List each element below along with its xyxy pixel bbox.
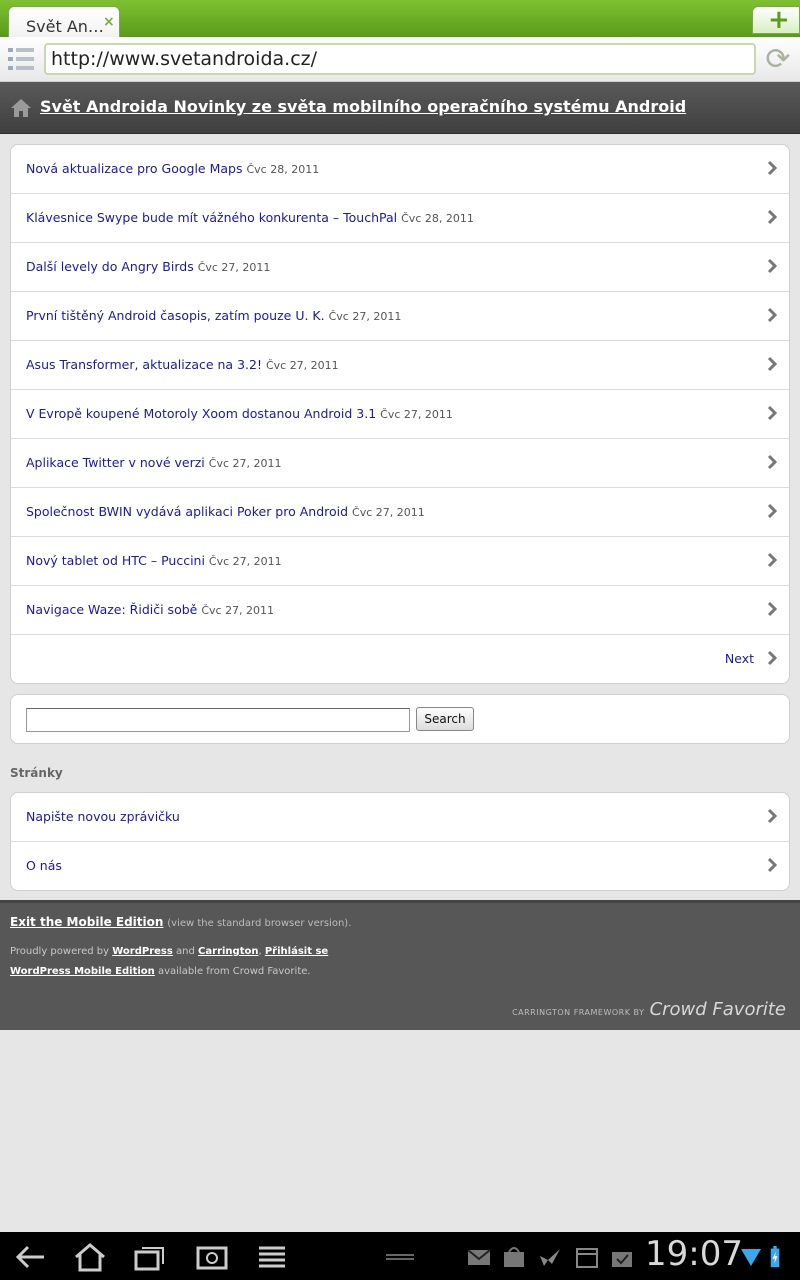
search-button[interactable]: Search	[416, 707, 474, 731]
chevron-right-icon	[767, 601, 777, 617]
screenshot-icon[interactable]	[194, 1242, 230, 1272]
list-item[interactable]: V Evropě koupené Motoroly Xoom dostanou …	[11, 390, 789, 439]
chevron-right-icon	[767, 307, 777, 323]
post-title-link[interactable]: Společnost BWIN vydává aplikaci Poker pr…	[26, 504, 348, 519]
calendar-icon[interactable]	[575, 1246, 599, 1268]
browser-tab[interactable]: Svět An… ×	[8, 6, 120, 38]
post-date: Čvc 27, 2011	[352, 506, 425, 519]
chevron-right-icon	[767, 160, 777, 176]
chevron-right-icon	[767, 454, 777, 470]
url-bar: ⟳	[0, 37, 800, 82]
site-title-link[interactable]: Svět Androida Novinky ze světa mobilního…	[40, 97, 686, 116]
reload-icon[interactable]: ⟳	[762, 45, 794, 75]
wpme-line: WordPress Mobile Edition available from …	[10, 966, 311, 977]
post-date: Čvc 27, 2011	[201, 604, 275, 617]
post-title-link[interactable]: Nový tablet od HTC – Puccini	[26, 553, 205, 568]
tab-title: Svět An…	[26, 17, 104, 36]
menu-icon[interactable]	[254, 1242, 290, 1272]
next-page-row[interactable]: Next	[11, 635, 789, 684]
back-icon[interactable]	[12, 1242, 48, 1272]
exit-mobile-line: Exit the Mobile Edition (view the standa…	[10, 915, 351, 929]
chevron-right-icon	[767, 405, 777, 421]
post-date: Čvc 27, 2011	[380, 408, 453, 421]
next-link[interactable]: Next	[725, 651, 754, 666]
post-date: Čvc 27, 2011	[197, 261, 271, 274]
crowd-favorite-logo[interactable]: CARRINGTON FRAMEWORK BY Crowd Favorite	[512, 999, 786, 1020]
list-item[interactable]: Napište novou zprávičku	[11, 793, 789, 842]
chevron-right-icon	[767, 258, 777, 274]
exit-mobile-link[interactable]: Exit the Mobile Edition	[10, 915, 163, 929]
chevron-right-icon	[767, 356, 777, 372]
system-bar: 19:07	[0, 1232, 800, 1280]
post-title-link[interactable]: Další levely do Angry Birds	[26, 259, 194, 274]
list-item[interactable]: Aplikace Twitter v nové verzi Čvc 27, 20…	[11, 439, 789, 488]
search-form: Search	[10, 694, 790, 744]
download-done-icon[interactable]	[610, 1246, 634, 1268]
post-title-link[interactable]: Klávesnice Swype bude mít vážného konkur…	[26, 210, 397, 225]
list-item[interactable]: Společnost BWIN vydává aplikaci Poker pr…	[11, 488, 789, 537]
chevron-right-icon	[767, 209, 777, 225]
post-date: Čvc 28, 2011	[246, 163, 320, 176]
list-item[interactable]: Klávesnice Swype bude mít vážného konkur…	[11, 194, 789, 243]
clock: 19:07	[645, 1234, 743, 1274]
bird-icon[interactable]	[538, 1246, 562, 1268]
post-title-link[interactable]: Nová aktualizace pro Google Maps	[26, 161, 242, 176]
post-date: Čvc 27, 2011	[328, 310, 402, 323]
wpme-link[interactable]: WordPress Mobile Edition	[10, 966, 155, 977]
post-date: Čvc 28, 2011	[401, 212, 474, 225]
post-date: Čvc 27, 2011	[208, 555, 282, 568]
page-link[interactable]: O nás	[26, 858, 62, 873]
powered-by-line: Proudly powered by WordPress and Carring…	[10, 946, 329, 957]
chevron-right-icon	[767, 857, 777, 873]
posts-list: Nová aktualizace pro Google Maps Čvc 28,…	[10, 144, 790, 684]
post-title-link[interactable]: Aplikace Twitter v nové verzi	[26, 455, 205, 470]
handle-icon[interactable]	[382, 1242, 418, 1272]
list-item[interactable]: Navigace Waze: Řidiči sobě Čvc 27, 2011	[11, 586, 789, 635]
post-title-link[interactable]: Navigace Waze: Řidiči sobě	[26, 602, 197, 617]
market-icon[interactable]	[502, 1246, 526, 1268]
search-input[interactable]	[26, 708, 410, 732]
wifi-icon	[741, 1249, 761, 1266]
available-text: available from Crowd Favorite.	[157, 966, 311, 977]
chevron-right-icon	[767, 552, 777, 568]
login-link[interactable]: Přihlásit se	[265, 946, 328, 957]
browser-tab-bar: Svět An… × +	[0, 0, 800, 38]
home-icon[interactable]	[10, 98, 32, 118]
pages-heading: Stránky	[10, 766, 63, 780]
recent-apps-icon[interactable]	[132, 1242, 168, 1272]
wordpress-link[interactable]: WordPress	[112, 946, 173, 957]
battery-icon	[770, 1246, 780, 1268]
exit-note: (view the standard browser version).	[167, 918, 352, 929]
post-date: Čvc 27, 2011	[265, 359, 339, 372]
and-text: and	[176, 946, 195, 957]
list-item[interactable]: Asus Transformer, aktualizace na 3.2! Čv…	[11, 341, 789, 390]
chevron-right-icon	[767, 650, 777, 666]
url-input[interactable]	[44, 43, 756, 75]
gmail-icon[interactable]	[467, 1246, 491, 1268]
home-nav-icon[interactable]	[72, 1242, 108, 1272]
list-item[interactable]: První tištěný Android časopis, zatím pou…	[11, 292, 789, 341]
cf-small-text: CARRINGTON FRAMEWORK BY	[512, 1008, 645, 1017]
powered-prefix: Proudly powered by	[10, 946, 110, 957]
post-date: Čvc 27, 2011	[208, 457, 282, 470]
list-item[interactable]: Nový tablet od HTC – Puccini Čvc 27, 201…	[11, 537, 789, 586]
pages-list: Napište novou zprávičku O nás	[10, 792, 790, 891]
post-title-link[interactable]: První tištěný Android časopis, zatím pou…	[26, 308, 325, 323]
site-footer: Exit the Mobile Edition (view the standa…	[0, 900, 800, 1030]
chevron-right-icon	[767, 808, 777, 824]
new-tab-button[interactable]: +	[752, 5, 800, 35]
cf-big-text: Crowd Favorite	[649, 999, 786, 1020]
site-header: Svět Androida Novinky ze světa mobilního…	[0, 82, 800, 134]
close-tab-icon[interactable]: ×	[103, 14, 115, 30]
post-title-link[interactable]: Asus Transformer, aktualizace na 3.2!	[26, 357, 262, 372]
list-item[interactable]: Nová aktualizace pro Google Maps Čvc 28,…	[11, 145, 789, 194]
carrington-link[interactable]: Carrington	[198, 946, 258, 957]
chevron-right-icon	[767, 503, 777, 519]
bookmarks-list-icon[interactable]	[8, 48, 34, 70]
page-link[interactable]: Napište novou zprávičku	[26, 809, 180, 824]
plus-icon: +	[768, 5, 790, 35]
list-item[interactable]: O nás	[11, 842, 789, 891]
list-item[interactable]: Další levely do Angry Birds Čvc 27, 2011	[11, 243, 789, 292]
post-title-link[interactable]: V Evropě koupené Motoroly Xoom dostanou …	[26, 406, 376, 421]
